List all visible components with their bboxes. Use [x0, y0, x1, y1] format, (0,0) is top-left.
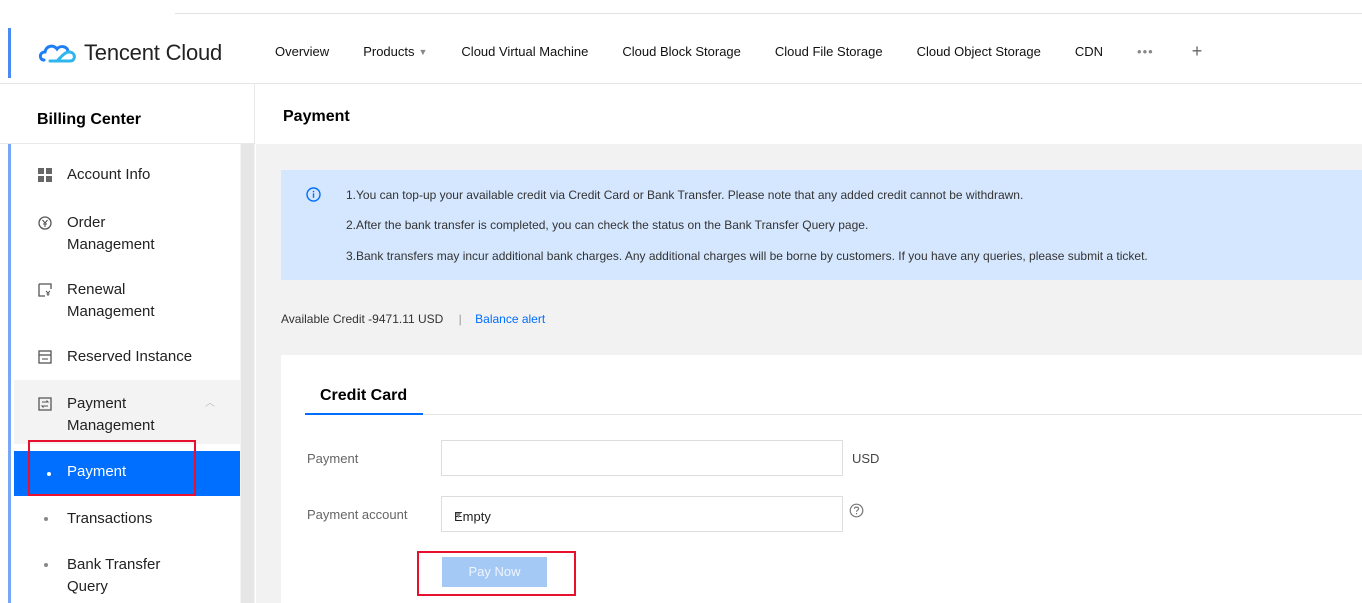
tab-divider	[305, 414, 1362, 415]
page-title: Payment	[283, 108, 350, 125]
tencent-cloud-logo-icon	[38, 44, 76, 63]
sidebar-subitem-transactions[interactable]: Transactions	[44, 508, 152, 530]
payment-account-label: Payment account	[307, 507, 408, 522]
chevron-up-icon[interactable]: ︿	[205, 393, 215, 415]
logo[interactable]: Tencent Cloud	[38, 38, 222, 68]
notice-line-2: 2.After the bank transfer is completed, …	[346, 218, 869, 232]
balance-alert-link[interactable]: Balance alert	[475, 312, 545, 326]
window-edge	[8, 144, 11, 603]
sidebar-item-reserved-instance[interactable]: Reserved Instance	[38, 346, 192, 368]
sidebar-item-label-2: Management	[67, 417, 155, 434]
grid-icon	[38, 168, 52, 182]
window-edge	[8, 28, 11, 78]
help-icon[interactable]	[849, 503, 864, 518]
sidebar-header: Billing Center	[0, 84, 254, 144]
nav-label: Cloud Object Storage	[916, 44, 1041, 59]
payment-amount-label: Payment	[307, 451, 359, 466]
sidebar-subitem-label: Bank Transfer	[67, 556, 161, 573]
available-credit-label: Available Credit	[281, 312, 365, 326]
main-content: Payment 1.You can top-up your available …	[256, 84, 1362, 603]
more-icon[interactable]: •••	[1137, 44, 1154, 59]
sidebar-item-label: Payment	[67, 395, 127, 412]
nav-cloud-block-storage[interactable]: Cloud Block Storage	[622, 44, 741, 59]
nav-label: Products	[363, 44, 415, 59]
nav-products[interactable]: Products ▼	[363, 44, 427, 59]
notice-line-3: 3.Bank transfers may incur additional ba…	[346, 249, 1148, 263]
nav-label: CDN	[1074, 44, 1104, 59]
nav-label: Cloud File Storage	[774, 44, 883, 59]
renewal-document-icon	[38, 283, 52, 297]
page-header: Payment	[256, 84, 1362, 144]
nav-cdn[interactable]: CDN	[1075, 44, 1103, 59]
info-notice: 1.You can top-up your available credit v…	[281, 170, 1362, 280]
sidebar: Billing Center Account Info Order Manage…	[0, 84, 255, 603]
payment-amount-input[interactable]	[441, 440, 843, 476]
notice-line-1: 1.You can top-up your available credit v…	[346, 188, 1024, 202]
sidebar-item-label-2: Management	[67, 303, 155, 320]
separator: |	[458, 312, 462, 326]
sidebar-item-label-2: Management	[67, 236, 155, 253]
sidebar-subitem-label-2: Query	[67, 578, 108, 595]
nav-label: Cloud Block Storage	[622, 44, 741, 59]
currency-icon	[38, 216, 52, 230]
sidebar-item-label: Account Info	[67, 166, 151, 183]
nav-cloud-object-storage[interactable]: Cloud Object Storage	[917, 44, 1041, 59]
nav-label: Overview	[275, 44, 330, 59]
top-header: Tencent Cloud Overview Products ▼ Cloud V…	[0, 14, 1362, 84]
nav-cloud-file-storage[interactable]: Cloud File Storage	[775, 44, 883, 59]
available-credit-row: Available Credit -9471.11 USD | Balance …	[281, 312, 545, 326]
tab-credit-card[interactable]: Credit Card	[305, 387, 422, 414]
info-icon	[306, 187, 321, 202]
bullet-icon	[44, 563, 48, 567]
caret-down-icon: ▼	[454, 510, 463, 520]
sidebar-item-renewal-management[interactable]: Renewal Management	[38, 279, 155, 323]
active-tab-indicator	[305, 413, 423, 415]
available-credit-value: -9471.11 USD	[368, 312, 444, 326]
transfer-document-icon	[38, 397, 52, 411]
payment-account-select[interactable]: Empty ▼	[441, 496, 843, 532]
sidebar-subitem-label: Transactions	[67, 510, 153, 527]
sidebar-item-label: Reserved Instance	[67, 348, 193, 365]
sidebar-item-payment-management[interactable]: Payment Management ︿	[38, 393, 215, 437]
sidebar-title: Billing Center	[37, 111, 142, 128]
top-strip	[0, 0, 1362, 14]
highlight-box-payment-menu	[28, 440, 196, 496]
sidebar-item-account-info[interactable]: Account Info	[38, 164, 150, 186]
top-nav: Overview Products ▼ Cloud Virtual Machine…	[275, 42, 1203, 60]
highlight-box-pay-now	[417, 551, 576, 596]
nav-overview[interactable]: Overview	[275, 44, 329, 59]
nav-cloud-virtual-machine[interactable]: Cloud Virtual Machine	[461, 44, 588, 59]
caret-down-icon: ▼	[418, 46, 428, 57]
sidebar-scrollbar-thumb[interactable]	[241, 144, 254, 603]
currency-unit: USD	[852, 451, 880, 466]
logo-text: Tencent Cloud	[84, 40, 223, 65]
nav-label: Cloud Virtual Machine	[461, 44, 589, 59]
sidebar-item-label: Renewal	[67, 281, 126, 298]
add-shortcut-icon[interactable]: +	[1192, 42, 1203, 60]
bullet-icon	[44, 517, 48, 521]
window-icon	[38, 350, 52, 364]
sidebar-subitem-bank-transfer-query[interactable]: Bank Transfer Query	[44, 554, 160, 598]
sidebar-item-order-management[interactable]: Order Management	[38, 212, 155, 256]
sidebar-item-label: Order	[67, 214, 106, 231]
